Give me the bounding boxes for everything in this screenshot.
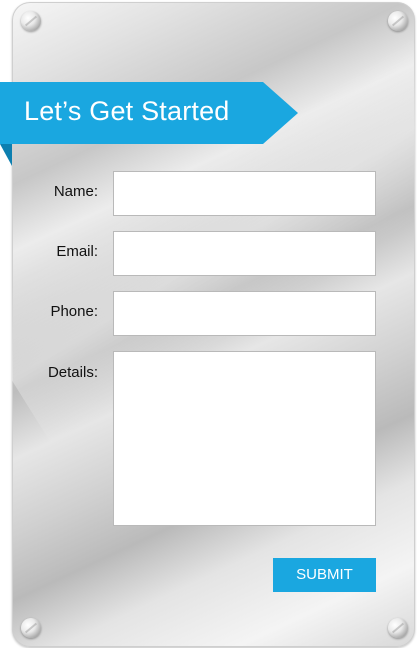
banner-fold bbox=[0, 144, 12, 166]
email-label: Email: bbox=[56, 243, 98, 260]
contact-form-card: Let’s Get Started Name: Email: Phone: De… bbox=[0, 0, 417, 648]
screw-icon bbox=[388, 11, 408, 31]
header-banner: Let’s Get Started bbox=[0, 82, 298, 144]
screw-icon bbox=[21, 11, 41, 31]
screw-icon bbox=[388, 618, 408, 638]
details-label: Details: bbox=[47, 364, 98, 381]
page-title: Let’s Get Started bbox=[24, 96, 230, 126]
name-label: Name: bbox=[53, 183, 98, 200]
email-field[interactable] bbox=[113, 231, 376, 276]
details-textarea[interactable] bbox=[113, 351, 376, 526]
phone-field[interactable] bbox=[113, 291, 376, 336]
screw-icon bbox=[21, 618, 41, 638]
phone-label: Phone: bbox=[50, 303, 98, 320]
submit-button[interactable]: SUBMIT bbox=[273, 558, 376, 592]
name-field[interactable] bbox=[113, 171, 376, 216]
